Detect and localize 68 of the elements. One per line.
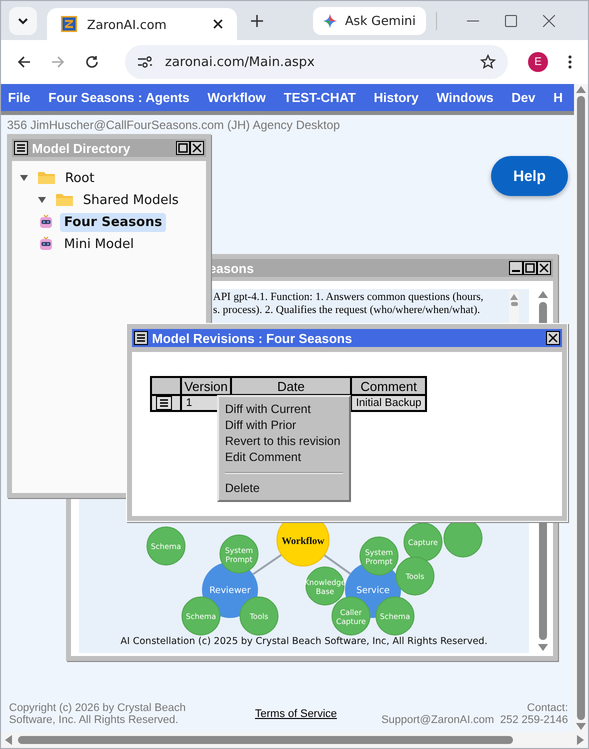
menu-item[interactable]: Delete xyxy=(225,480,349,496)
tune-icon[interactable] xyxy=(137,55,153,69)
chevron-down-icon xyxy=(17,16,29,24)
caret-icon[interactable] xyxy=(38,196,46,204)
robot-icon xyxy=(38,236,54,252)
maximize-icon[interactable] xyxy=(176,141,190,155)
tree-item[interactable]: Four Seasons xyxy=(60,212,166,232)
ask-gemini-button[interactable]: Ask Gemini xyxy=(313,6,426,34)
minimize-icon[interactable] xyxy=(509,261,523,275)
scrollbar[interactable] xyxy=(574,84,588,732)
logo-icon xyxy=(61,16,77,32)
tree-item[interactable]: Shared Models xyxy=(79,190,183,210)
maximize-icon[interactable] xyxy=(523,261,537,275)
menu-item[interactable]: H xyxy=(553,90,563,105)
column-header: Version xyxy=(181,377,231,395)
star-icon[interactable] xyxy=(480,54,496,70)
reload-icon[interactable] xyxy=(85,55,99,69)
terms-link[interactable]: Terms of Service xyxy=(255,708,337,720)
menu-item[interactable]: TEST-CHAT xyxy=(284,90,356,105)
column-header: Date xyxy=(231,377,351,395)
menu-item[interactable]: Edit Comment xyxy=(225,449,349,465)
tab-list-button[interactable] xyxy=(9,6,37,34)
scrollbar[interactable] xyxy=(509,291,519,324)
menu-item[interactable]: Diff with Prior xyxy=(225,417,349,433)
sparkle-icon xyxy=(323,14,337,28)
folder-icon xyxy=(56,193,73,207)
close-icon[interactable] xyxy=(546,331,560,345)
menu-item[interactable]: Windows xyxy=(436,90,494,105)
menu-item[interactable]: File xyxy=(8,90,30,105)
window-title: Model Revisions : Four Seasons xyxy=(152,330,352,346)
folder-icon xyxy=(38,171,55,185)
connector-line xyxy=(252,554,282,575)
menu-item[interactable]: Revert to this revision xyxy=(225,433,349,449)
menu-icon[interactable] xyxy=(14,141,28,155)
contact-text: Support@ZaronAI.com 252 259-2146 xyxy=(381,714,568,726)
tree-item[interactable]: Mini Model xyxy=(60,234,138,254)
contact-label: Contact: xyxy=(526,702,568,714)
close-icon[interactable] xyxy=(213,19,223,29)
browser-tab[interactable]: ZaronAI.com xyxy=(47,8,237,40)
window-title: Model Directory xyxy=(32,140,130,156)
new-tab-icon[interactable] xyxy=(251,14,263,26)
menu-item[interactable]: Workflow xyxy=(208,90,266,105)
description-text: API gpt-4.1. Function: 1. Answers common questions (hours, xyxy=(213,291,484,304)
close-icon[interactable] xyxy=(190,141,204,155)
description-text: s. process). 2. Qualifies the request (who/where/when/what). xyxy=(213,304,481,317)
menu-item[interactable]: Four Seasons : Agents xyxy=(48,90,190,105)
back-arrow-icon[interactable] xyxy=(17,55,31,69)
caret-icon[interactable] xyxy=(20,174,28,182)
menu-icon[interactable] xyxy=(134,331,148,345)
close-icon[interactable] xyxy=(537,261,551,275)
connector-line xyxy=(324,554,351,575)
help-button[interactable]: Help xyxy=(491,156,568,196)
tab-title: ZaronAI.com xyxy=(87,16,168,32)
profile-avatar[interactable]: E xyxy=(528,52,548,72)
copyright-text: Copyright (c) 2026 by Crystal Beach Software, Inc. All Rights Reserved. xyxy=(9,702,187,726)
tree-item[interactable]: Root xyxy=(61,168,98,188)
maximize-icon[interactable] xyxy=(504,14,517,26)
table-cell: Initial Backup xyxy=(351,395,426,411)
menu-item[interactable]: History xyxy=(374,90,419,105)
scrollbar[interactable] xyxy=(1,732,588,748)
robot-icon xyxy=(38,214,54,230)
column-header: Comment xyxy=(351,377,426,395)
menu-icon[interactable] xyxy=(156,396,172,410)
address-bar[interactable]: zaronai.com/Main.aspx xyxy=(125,45,508,79)
copyright-caption: AI Constellation (c) 2025 by Crystal Beach Software, Inc, All Rights Reserved. xyxy=(120,636,488,647)
status-text: 356 JimHuscher@CallFourSeasons.com (JH) Agency Desktop xyxy=(7,118,340,132)
more-options-icon[interactable] xyxy=(568,55,572,69)
menu-item[interactable]: Dev xyxy=(512,90,536,105)
